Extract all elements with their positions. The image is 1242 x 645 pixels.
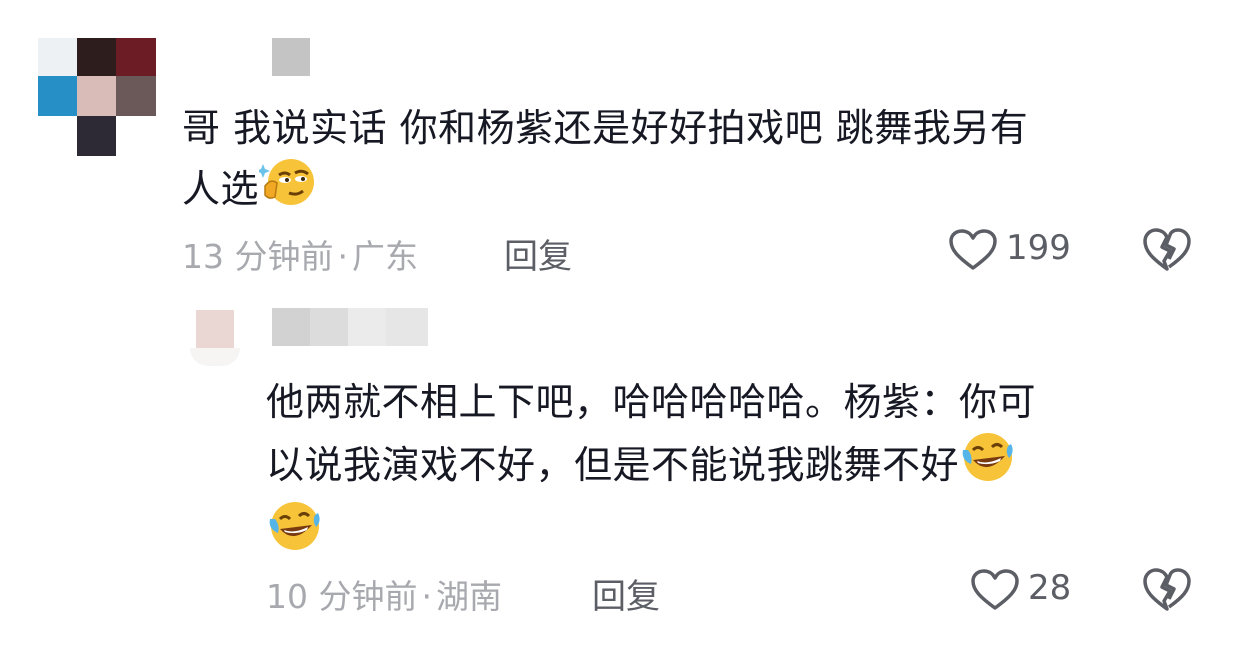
reply-button[interactable]: 回复 (504, 229, 572, 278)
like-button[interactable]: 28 (970, 566, 1080, 614)
location: 湖南 (435, 577, 502, 616)
smirk-emoji-icon (256, 156, 317, 223)
separator: · (421, 577, 432, 616)
separator: · (337, 237, 348, 276)
like-count: 199 (1006, 228, 1071, 268)
location: 广东 (351, 237, 418, 276)
rolling-laughing-emoji-icon (959, 430, 1017, 499)
timestamp: 10 分钟前 (266, 577, 418, 616)
comment-text-line: 以说我演戏不好，但是不能说我跳舞不好 (266, 443, 960, 487)
comment-text-line: 他两就不相上下吧，哈哈哈哈哈。杨紫：你可 (266, 380, 1037, 424)
reply-button[interactable]: 回复 (592, 569, 660, 618)
comment-text-line: 人选 (182, 167, 260, 211)
broken-heart-icon (1142, 228, 1192, 277)
like-count: 28 (1028, 568, 1072, 608)
comment-text: 哥 我说实话 你和杨紫还是好好拍戏吧 跳舞我另有 人选 (182, 100, 1202, 223)
rolling-laughing-emoji-icon (266, 499, 324, 568)
comment-text: 他两就不相上下吧，哈哈哈哈哈。杨紫：你可 以说我演戏不好，但是不能说我跳舞不好 (266, 374, 1206, 568)
avatar[interactable] (190, 308, 240, 368)
username[interactable] (272, 308, 428, 346)
like-button[interactable]: 199 (948, 226, 1078, 274)
dislike-button[interactable] (1142, 567, 1192, 617)
username[interactable] (272, 38, 310, 76)
timestamp: 13 分钟前 (182, 237, 334, 276)
broken-heart-icon (1142, 568, 1192, 617)
heart-outline-icon (970, 568, 1020, 616)
comment-meta: 10 分钟前 · 湖南 (266, 570, 502, 618)
dislike-button[interactable] (1142, 227, 1192, 277)
comment-meta: 13 分钟前 · 广东 (182, 230, 418, 278)
comment-text-line: 哥 我说实话 你和杨紫还是好好拍戏吧 跳舞我另有 (182, 106, 1029, 150)
heart-outline-icon (948, 228, 998, 276)
avatar[interactable] (38, 38, 156, 156)
